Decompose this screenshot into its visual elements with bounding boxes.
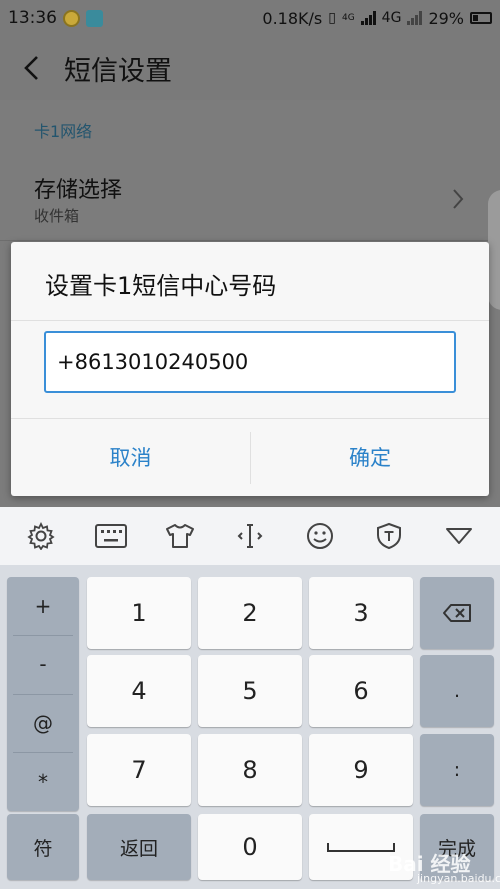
smiley-icon[interactable]: [298, 514, 342, 558]
dialog-title: 设置卡1短信中心号码: [45, 272, 277, 300]
backspace-button[interactable]: [420, 577, 494, 649]
gear-icon[interactable]: [19, 514, 63, 558]
numeric-keyboard: + - @ * 1 2 3 4 5 6 . 7 8 9 : 符 返回 0 完成: [0, 565, 500, 889]
key-4[interactable]: 4: [87, 655, 191, 727]
divider: [0, 240, 500, 241]
vibrate-icon: ▯: [328, 10, 336, 26]
key-minus[interactable]: -: [7, 635, 79, 693]
smsc-dialog: 设置卡1短信中心号码 取消 确定: [11, 242, 489, 496]
keyboard-toolbar: [0, 507, 500, 565]
status-bar: 13:36 0.18K/s ▯ 4G 4G 29%: [0, 0, 500, 36]
key-5[interactable]: 5: [198, 655, 302, 727]
watermark-url: jingyan.baidu.com: [417, 872, 500, 885]
key-7[interactable]: 7: [87, 734, 191, 806]
key-3[interactable]: 3: [309, 577, 413, 649]
page-title: 短信设置: [64, 55, 172, 87]
network-speed: 0.18K/s: [262, 8, 323, 28]
network-type-small: 4G: [341, 13, 355, 23]
chevron-right-icon: [452, 188, 464, 214]
key-6[interactable]: 6: [309, 655, 413, 727]
key-0[interactable]: 0: [198, 814, 302, 880]
key-plus[interactable]: +: [7, 577, 79, 635]
key-asterisk[interactable]: *: [7, 753, 79, 811]
symbol-column: + - @ *: [7, 577, 79, 811]
confirm-button[interactable]: 确定: [251, 432, 489, 482]
storage-setting-value: 收件箱: [34, 207, 80, 225]
key-2[interactable]: 2: [198, 577, 302, 649]
edge-handle[interactable]: [488, 190, 500, 310]
dialog-divider: [11, 418, 489, 419]
keyboard-icon[interactable]: [89, 514, 133, 558]
shield-t-icon[interactable]: [367, 514, 411, 558]
key-1[interactable]: 1: [87, 577, 191, 649]
backspace-icon: [443, 604, 471, 622]
battery-percent: 29%: [428, 8, 464, 28]
space-icon: [327, 843, 395, 852]
app-header: 短信设置: [0, 36, 500, 100]
signal-icon-2: [407, 11, 423, 25]
key-at[interactable]: @: [7, 694, 79, 752]
back-arrow-icon[interactable]: [0, 36, 64, 100]
key-9[interactable]: 9: [309, 734, 413, 806]
notification-icon: [63, 9, 80, 27]
section-header: 卡1网络: [34, 122, 93, 141]
tshirt-icon[interactable]: [158, 514, 202, 558]
network-type: 4G: [381, 10, 402, 26]
cancel-button[interactable]: 取消: [11, 432, 250, 482]
dialog-divider: [11, 320, 489, 321]
return-button[interactable]: 返回: [87, 814, 191, 880]
key-colon[interactable]: :: [420, 734, 494, 806]
signal-icon: [360, 11, 376, 25]
storage-setting-title[interactable]: 存储选择: [34, 172, 122, 204]
battery-icon: [470, 12, 492, 24]
cursor-icon[interactable]: [228, 514, 272, 558]
scan-icon: [86, 9, 103, 27]
smsc-number-input[interactable]: [44, 331, 456, 393]
symbol-switch-button[interactable]: 符: [7, 814, 79, 880]
key-8[interactable]: 8: [198, 734, 302, 806]
status-time: 13:36: [8, 8, 57, 28]
collapse-icon[interactable]: [437, 514, 481, 558]
key-period[interactable]: .: [420, 655, 494, 727]
